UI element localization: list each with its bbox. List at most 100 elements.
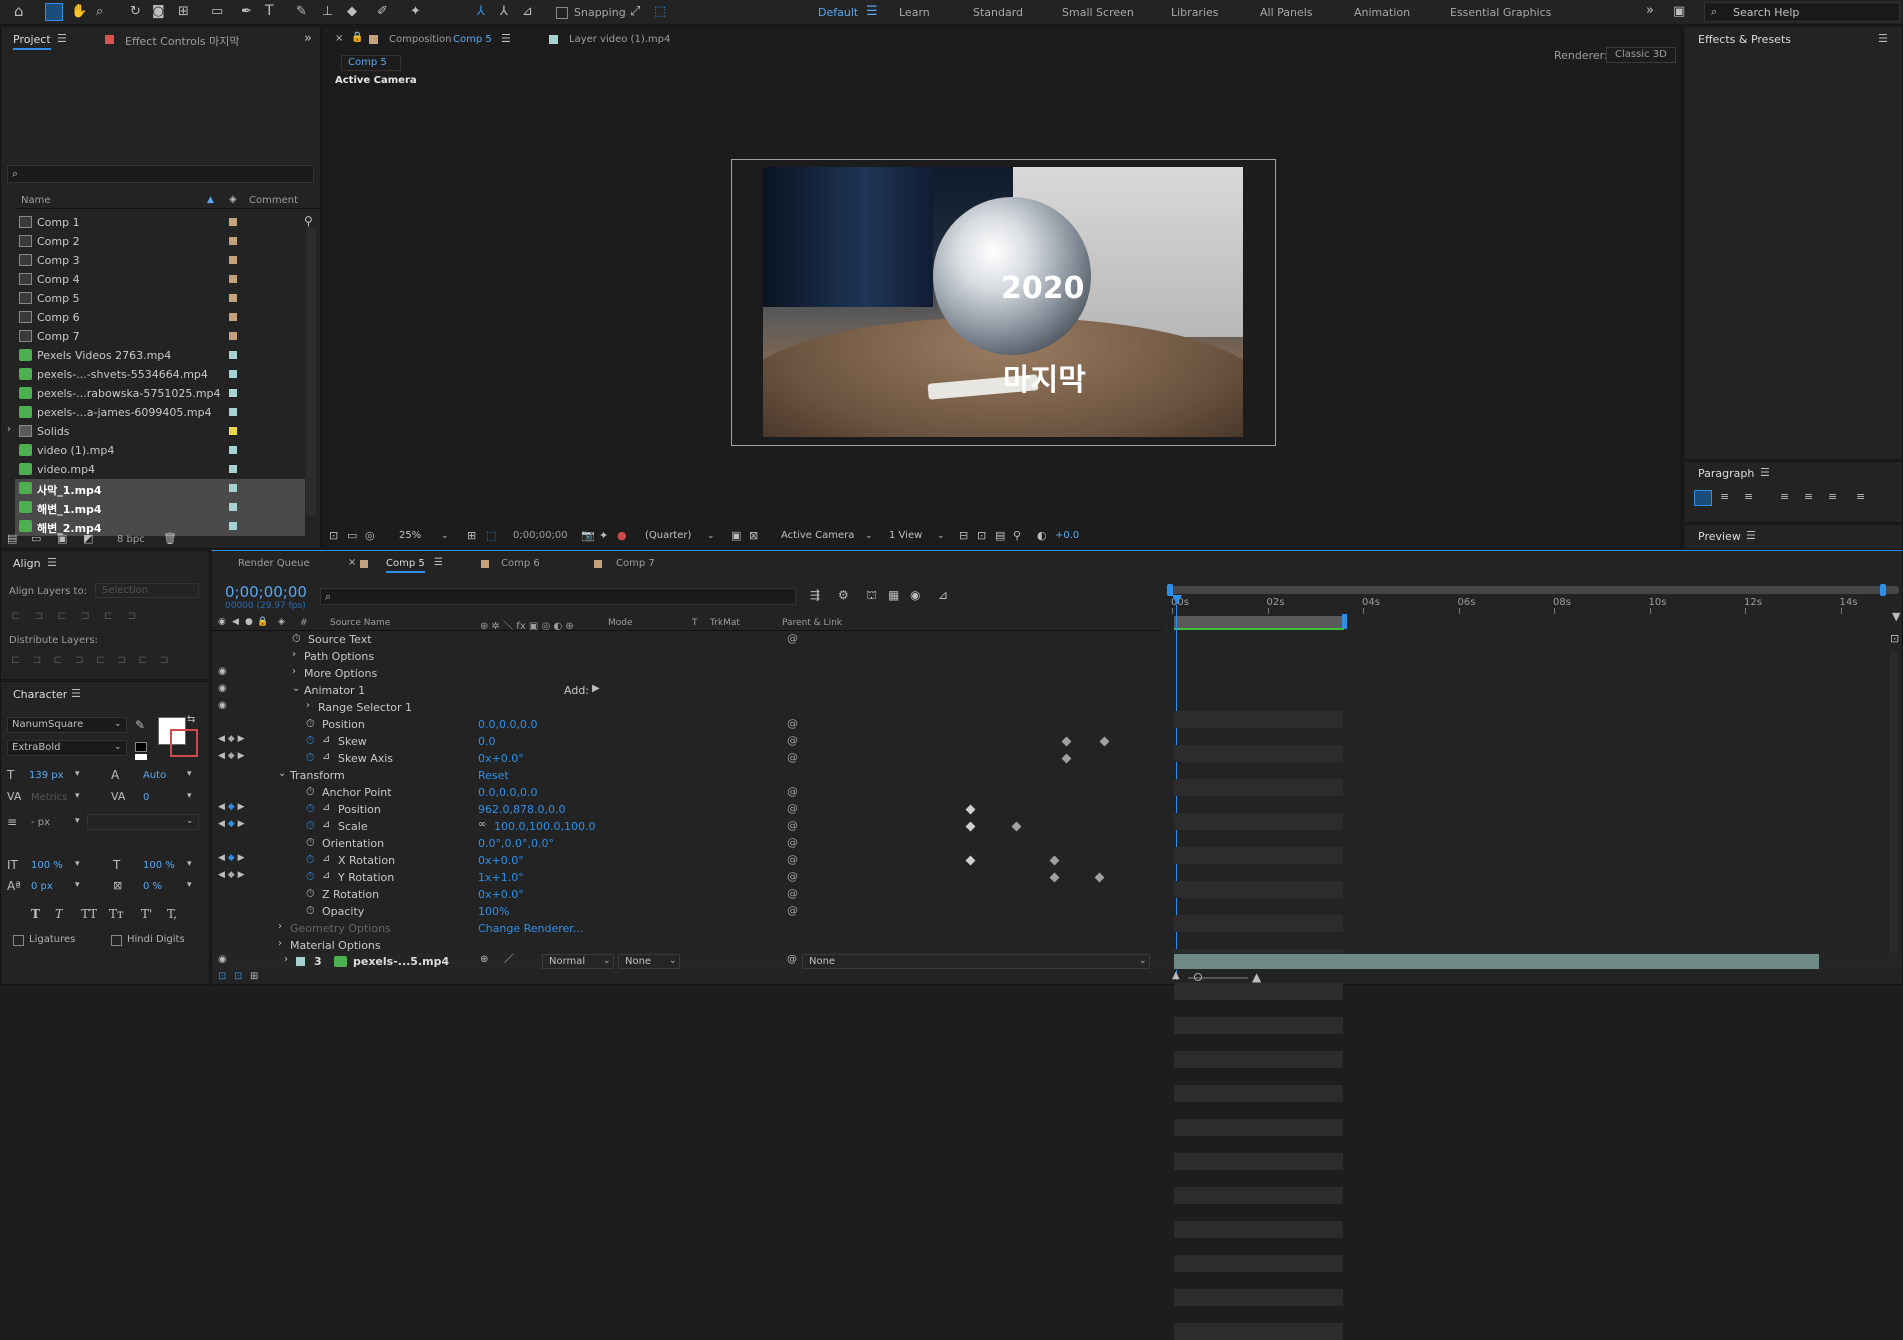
layer-row[interactable]: ◉ › 3 pexels-...5.mp4 ⊕ ／ Normal ⌄ None … [212, 953, 1902, 970]
workspace-default[interactable]: Default [818, 6, 858, 19]
property-row[interactable]: ⏱ Opacity 100% @ [212, 903, 1343, 1272]
zoom-out-icon[interactable]: ▲ [1172, 971, 1180, 981]
label-swatch[interactable] [229, 503, 237, 511]
property-row[interactable]: ⏱ ⊿ ◀ ◆ ▶ Scale ∞ 100.0,100.0,100.0 @ [212, 818, 1343, 1102]
timeline-track[interactable] [1174, 711, 1343, 728]
property-row[interactable]: › ◉ More Options [212, 665, 1343, 796]
property-row[interactable]: ⏱ ⊿ ◀ ◆ ▶ Y Rotation 1x+1.0° @ [212, 869, 1343, 1204]
eyedropper-icon[interactable]: ✎ [135, 719, 145, 731]
channel-icon[interactable]: ● [617, 530, 627, 541]
effects-menu-icon[interactable]: ☰ [1878, 33, 1888, 44]
axis-world-icon[interactable]: ⅄ [500, 5, 508, 18]
property-value[interactable]: 0x+0.0° [478, 854, 524, 867]
video-switch-icon[interactable]: ◉ [218, 618, 226, 627]
property-row[interactable]: › ◉ Range Selector 1 [212, 699, 1343, 864]
all-caps-button[interactable]: TT [81, 907, 97, 921]
project-item[interactable]: Comp 6 [15, 308, 305, 327]
composition-menu-icon[interactable]: ☰ [501, 33, 511, 44]
pen-tool-icon[interactable]: ✒ [241, 5, 252, 18]
stopwatch-icon[interactable]: ⏱ [306, 752, 315, 763]
toggle-switches-icon[interactable]: ⊡ [218, 972, 226, 982]
column-comment[interactable]: Comment [249, 195, 298, 206]
eye-icon[interactable]: ◉ [218, 667, 227, 677]
property-row[interactable]: ⏱ Orientation 0.0°,0.0°,0.0° @ [212, 835, 1343, 1136]
new-folder-icon[interactable]: ▭ [31, 533, 41, 544]
eye-icon[interactable]: ◉ [218, 701, 227, 711]
close-tab-icon[interactable]: × [348, 558, 356, 568]
adjust-icon[interactable]: ◩ [83, 533, 93, 544]
chevron-down-icon[interactable]: ▾ [75, 860, 80, 869]
project-item[interactable]: video (1).mp4 [15, 441, 305, 460]
trkmat-select[interactable]: None ⌄ [618, 954, 680, 969]
property-value[interactable]: 962.0,878.0,0.0 [478, 803, 565, 816]
stopwatch-icon[interactable]: ⏱ [306, 888, 315, 899]
exposure-icon[interactable]: ◐ [1037, 530, 1047, 541]
collapse-arrow-icon[interactable]: ⌄ [278, 769, 286, 779]
justify-all-icon[interactable]: ≡ [1856, 491, 1865, 502]
expression-pickwhip-icon[interactable]: @ [787, 751, 798, 764]
composition-canvas-frame[interactable]: 2020 마지막 [731, 159, 1276, 446]
label-swatch[interactable] [229, 237, 237, 245]
property-row[interactable]: ⏱ ⊿ ◀ ◆ ▶ Skew Axis 0x+0.0° @ [212, 750, 1343, 966]
property-row[interactable]: ⏱ Z Rotation 0x+0.0° @ [212, 886, 1343, 1238]
paragraph-menu-icon[interactable]: ☰ [1760, 467, 1770, 478]
property-value[interactable]: 0.0°,0.0°,0.0° [478, 837, 554, 850]
eraser-tool-icon[interactable]: ◆ [347, 5, 357, 18]
timeline-track[interactable] [1174, 1153, 1343, 1170]
region-icon[interactable]: ▭ [347, 530, 357, 541]
project-item[interactable]: › Solids [7, 422, 305, 441]
timeline-track[interactable] [1174, 1051, 1343, 1068]
label-swatch[interactable] [229, 351, 237, 359]
flowchart-icon[interactable]: ⚲ [304, 215, 313, 227]
white-swatch[interactable] [135, 754, 147, 760]
type-tool-icon[interactable]: T [265, 4, 274, 18]
hindi-digits-checkbox[interactable] [111, 935, 122, 946]
label-swatch[interactable] [229, 294, 237, 302]
stopwatch-icon[interactable]: ⏱ [292, 633, 301, 644]
project-item[interactable]: Comp 5 [15, 289, 305, 308]
zoom-to-fit-icon[interactable]: ▼ [1892, 611, 1900, 622]
property-row[interactable]: ⏱ Source Text @ [212, 631, 1343, 728]
justify-left-icon[interactable]: ≡ [1780, 491, 1789, 502]
expand-arrow-icon[interactable]: › [278, 939, 282, 949]
property-value[interactable]: 100% [478, 905, 509, 918]
panel-overflow-icon[interactable]: » [304, 32, 312, 45]
align-title[interactable]: Align [13, 557, 41, 570]
expression-pickwhip-icon[interactable]: @ [787, 853, 798, 866]
brush-tool-icon[interactable]: ✎ [296, 5, 307, 18]
chevron-down-icon[interactable]: ▾ [75, 881, 80, 890]
add-animator-icon[interactable]: ▶ [592, 684, 600, 694]
exposure-value[interactable]: +0.0 [1055, 530, 1079, 541]
show-snapshot-icon[interactable]: ✦ [599, 530, 608, 541]
toggle-modes-icon[interactable]: ⊡ [234, 972, 242, 982]
preview-menu-icon[interactable]: ☰ [1746, 530, 1756, 541]
breadcrumb[interactable]: Comp 5 [341, 55, 401, 71]
column-source-name[interactable]: Source Name [330, 618, 390, 628]
zoom-in-icon[interactable]: ▲ [1252, 971, 1261, 983]
project-item[interactable]: Comp 2 [15, 232, 305, 251]
clone-stamp-tool-icon[interactable]: ⊥ [322, 5, 333, 18]
workspace-essential-graphics[interactable]: Essential Graphics [1450, 6, 1551, 19]
camera-select[interactable]: Active Camera ⌄ [777, 529, 877, 545]
property-row[interactable]: › Path Options [212, 648, 1343, 762]
graph-icon[interactable]: ⊿ [322, 871, 330, 881]
vr-icon[interactable]: ◎ [365, 530, 375, 541]
draft-3d-icon[interactable]: ⚙ [838, 589, 849, 601]
workspace-standard[interactable]: Standard [973, 6, 1023, 19]
tab-effect-controls[interactable]: Effect Controls 마지막 [125, 33, 240, 49]
transparency-grid-icon[interactable]: ⊠ [749, 530, 758, 541]
preview-title[interactable]: Preview [1698, 530, 1741, 543]
kerning-value[interactable]: Metrics [31, 792, 67, 803]
column-parent[interactable]: Parent & Link [782, 618, 842, 628]
motion-blur-icon[interactable]: ◉ [910, 589, 920, 601]
property-row[interactable]: ⏱ Anchor Point 0.0,0.0,0.0 @ [212, 784, 1343, 1034]
property-value[interactable]: 0.0,0.0,0.0 [478, 786, 537, 799]
expand-arrow-icon[interactable]: › [292, 650, 296, 660]
region-of-interest-icon[interactable]: ▣ [731, 530, 741, 541]
label-swatch[interactable] [229, 275, 237, 283]
project-search-field[interactable]: ⌕ [7, 165, 314, 183]
timeline-track[interactable] [1174, 745, 1343, 762]
faux-bold-button[interactable]: T [31, 907, 40, 921]
timeline-track[interactable] [1174, 881, 1343, 898]
eye-icon[interactable]: ◉ [218, 955, 227, 965]
